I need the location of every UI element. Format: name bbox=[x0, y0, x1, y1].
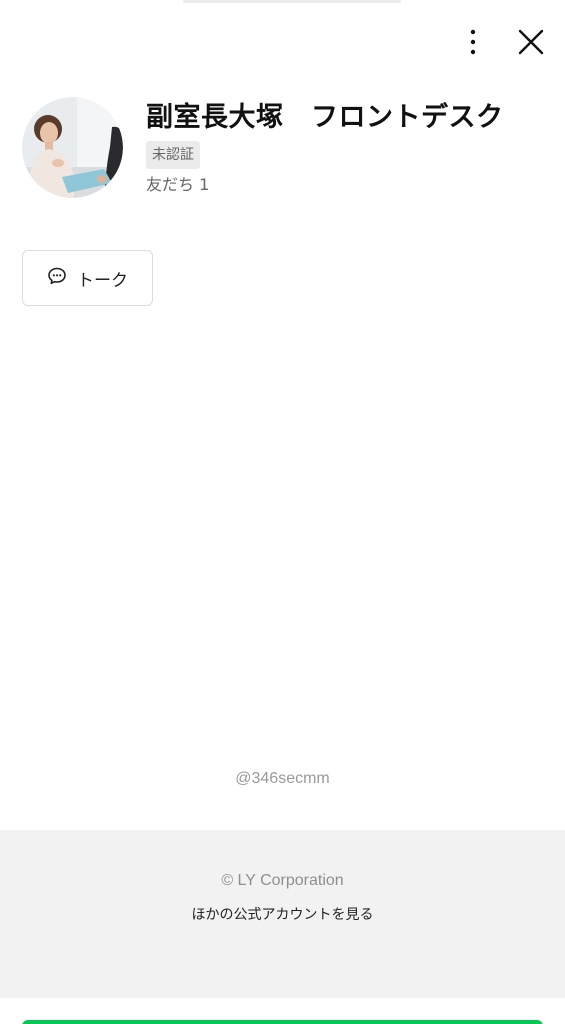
more-options-icon[interactable] bbox=[457, 26, 489, 58]
add-friend-button-edge[interactable] bbox=[22, 1020, 543, 1024]
talk-button[interactable]: トーク bbox=[22, 250, 153, 306]
avatar[interactable] bbox=[22, 97, 123, 198]
profile-page: 副室長大塚 フロントデスク 未認証 友だち 1 トーク @346secmm © … bbox=[0, 0, 565, 1024]
verification-badge: 未認証 bbox=[146, 141, 200, 169]
account-name: 副室長大塚 フロントデスク bbox=[146, 102, 504, 133]
talk-label: トーク bbox=[77, 270, 128, 291]
profile-header: 副室長大塚 フロントデスク 未認証 友だち 1 bbox=[22, 97, 555, 207]
copyright-text: © LY Corporation bbox=[221, 872, 344, 889]
other-accounts-link[interactable]: ほかの公式アカウントを見る bbox=[0, 904, 565, 924]
friends-count: 友だち 1 bbox=[146, 175, 210, 194]
top-actions bbox=[457, 26, 547, 58]
sheet-grab-handle[interactable] bbox=[183, 0, 401, 3]
speech-bubble-icon bbox=[47, 266, 67, 290]
footer: © LY Corporation ほかの公式アカウントを見る bbox=[0, 830, 565, 998]
account-handle: @346secmm bbox=[235, 770, 330, 787]
close-icon[interactable] bbox=[515, 26, 547, 58]
profile-text: 副室長大塚 フロントデスク 未認証 友だち 1 bbox=[146, 101, 555, 196]
